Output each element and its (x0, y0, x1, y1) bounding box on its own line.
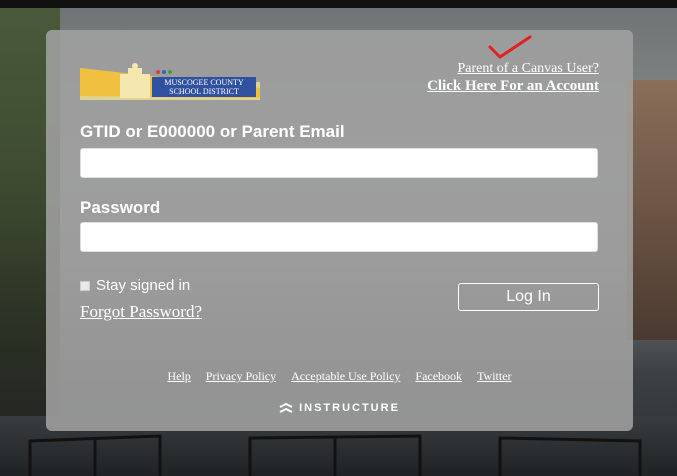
instructure-logo-icon (279, 403, 293, 413)
logo-name-line1: MUSCOGEE COUNTY (164, 78, 244, 87)
password-label: Password (80, 198, 161, 217)
parent-account-link[interactable]: Parent of a Canvas User? Click Here For … (427, 61, 599, 95)
password-input[interactable] (80, 222, 598, 252)
top-border (0, 0, 677, 8)
forgot-password-link[interactable]: Forgot Password? (80, 302, 202, 322)
instructure-brand-text: INSTRUCTURE (299, 402, 400, 414)
username-label: GTID or E000000 or Parent Email (80, 122, 345, 141)
stay-signed-in-label: Stay signed in (96, 277, 191, 294)
stay-signed-in[interactable]: Stay signed in (80, 277, 190, 294)
footer-link-acceptable-use[interactable]: Acceptable Use Policy (291, 369, 400, 383)
parent-link-line1[interactable]: Parent of a Canvas User? (427, 61, 599, 77)
instructure-brand: INSTRUCTURE (46, 402, 633, 414)
footer-link-twitter[interactable]: Twitter (477, 369, 511, 383)
login-button[interactable]: Log In (458, 283, 599, 311)
background-building (627, 80, 677, 340)
logo-name-line2: SCHOOL DISTRICT (169, 87, 239, 96)
footer-link-privacy[interactable]: Privacy Policy (206, 369, 276, 383)
footer-links: Help Privacy Policy Acceptable Use Polic… (46, 369, 633, 384)
login-panel: MUSCOGEE COUNTY SCHOOL DISTRICT Parent o… (46, 30, 633, 431)
footer-link-facebook[interactable]: Facebook (415, 369, 462, 383)
username-input[interactable] (80, 148, 598, 178)
stay-signed-in-checkbox[interactable] (80, 280, 90, 291)
checkmark-annotation-icon (488, 35, 532, 59)
footer-link-help[interactable]: Help (167, 369, 190, 383)
parent-link-line2[interactable]: Click Here For an Account (427, 78, 599, 95)
